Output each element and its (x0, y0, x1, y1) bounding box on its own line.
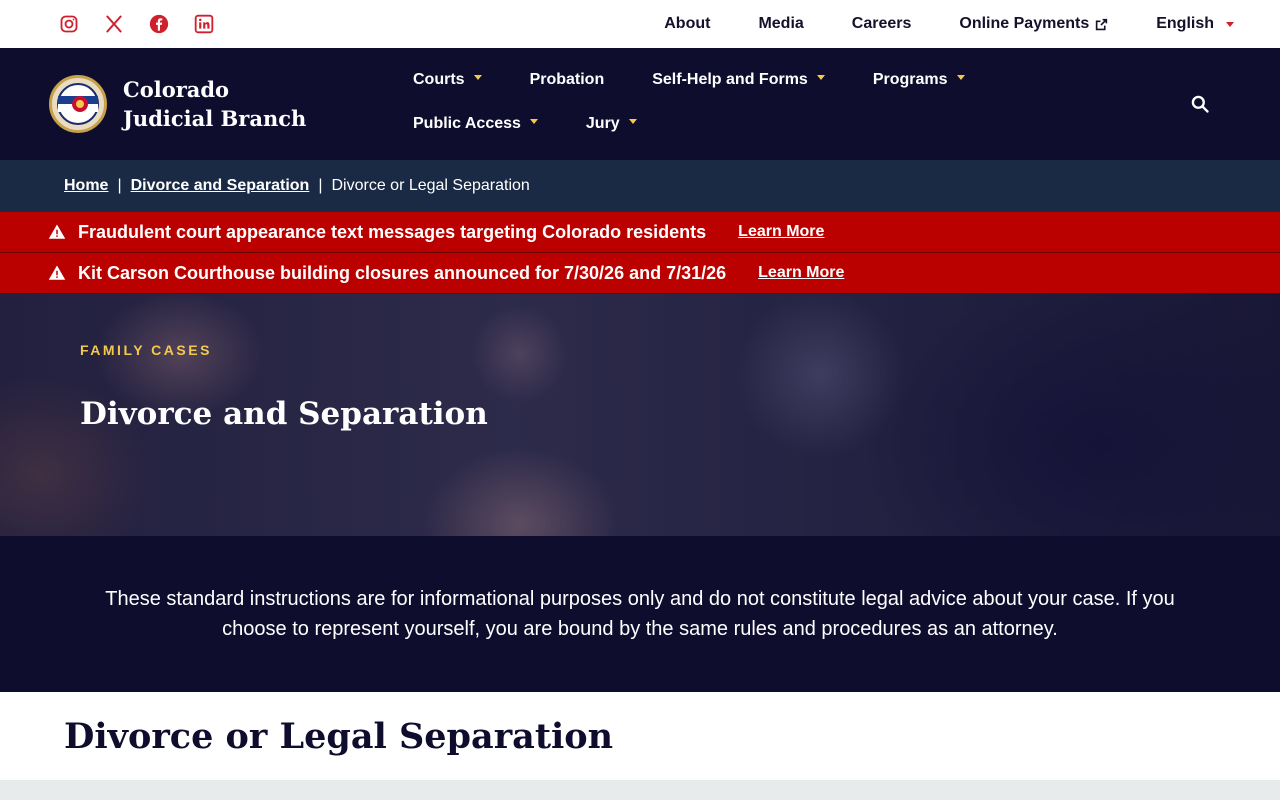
hero-banner: FAMILY CASES Divorce and Separation (0, 294, 1280, 536)
online-payments-label: Online Payments (959, 15, 1090, 32)
x-twitter-icon (106, 15, 122, 33)
nav-item-label: Programs (872, 71, 948, 88)
nav-item-jury[interactable]: Jury (586, 110, 637, 138)
breadcrumb: Home | Divorce and Separation | Divorce … (0, 160, 1280, 212)
breadcrumb-home[interactable]: Home (64, 177, 108, 195)
nav-item-public-access[interactable]: Public Access (413, 110, 538, 138)
breadcrumb-separator: | (318, 177, 323, 194)
colorado-courts-seal-logo (49, 75, 107, 133)
facebook-icon (149, 14, 169, 34)
instagram-icon (60, 15, 78, 33)
nav-item-courts[interactable]: Courts (413, 66, 482, 94)
nav-item-label: Courts (413, 71, 465, 88)
alert-learn-more-link[interactable]: Learn More (738, 223, 824, 241)
nav-item-label: Probation (529, 71, 605, 88)
chevron-down-icon (816, 74, 825, 80)
chevron-down-icon (473, 74, 482, 80)
utility-bar: About Media Careers Online Payments Engl… (0, 0, 1280, 48)
external-link-icon (1096, 18, 1108, 30)
alert-banner: Kit Carson Courthouse building closures … (0, 253, 1280, 294)
brand-home-link[interactable]: Colorado Judicial Branch (0, 48, 360, 160)
nav-item-label: Self-Help and Forms (652, 71, 808, 88)
language-label: English (1156, 15, 1214, 32)
nav-item-label: Jury (585, 115, 620, 132)
alert-message: Kit Carson Courthouse building closures … (78, 262, 727, 283)
chevron-down-icon (956, 74, 965, 80)
careers-link[interactable]: Careers (852, 15, 912, 33)
breadcrumb-separator: | (117, 177, 122, 194)
chevron-down-icon (529, 118, 538, 124)
search-icon (1191, 95, 1209, 113)
brand-name: Colorado Judicial Branch (123, 77, 307, 131)
warning-icon (48, 223, 66, 241)
alert-banner: Fraudulent court appearance text message… (0, 212, 1280, 253)
nav-item-programs[interactable]: Programs (873, 66, 965, 94)
warning-icon (48, 264, 66, 282)
search-button[interactable] (1188, 92, 1212, 116)
about-link[interactable]: About (664, 15, 710, 33)
nav-item-self-help[interactable]: Self-Help and Forms (652, 66, 825, 94)
chevron-down-icon (1226, 21, 1234, 27)
primary-nav-items: Courts Probation Self-Help and Forms Pro… (413, 66, 1133, 138)
x-twitter-link[interactable] (103, 13, 125, 35)
linkedin-icon (194, 14, 214, 34)
hero-content: FAMILY CASES Divorce and Separation (80, 342, 488, 432)
linkedin-link[interactable] (193, 13, 215, 35)
instagram-link[interactable] (58, 13, 80, 35)
social-links (58, 13, 215, 35)
page-title-section: Divorce or Legal Separation (0, 692, 1280, 780)
content-section-background (0, 780, 1280, 800)
disclaimer-text: These standard instructions are for info… (105, 588, 1175, 640)
hero-title: Divorce and Separation (80, 396, 488, 432)
alert-learn-more-link[interactable]: Learn More (758, 264, 844, 282)
breadcrumb-divorce-and-separation[interactable]: Divorce and Separation (131, 177, 310, 195)
main-navigation: Colorado Judicial Branch Courts Probatio… (0, 48, 1280, 160)
online-payments-link[interactable]: Online Payments (959, 15, 1108, 33)
breadcrumb-current: Divorce or Legal Separation (331, 177, 530, 194)
page-title: Divorce or Legal Separation (64, 715, 614, 757)
utility-links: About Media Careers Online Payments Engl… (664, 15, 1234, 33)
hero-eyebrow: FAMILY CASES (80, 342, 212, 358)
media-link[interactable]: Media (758, 15, 803, 33)
facebook-link[interactable] (148, 13, 170, 35)
nav-item-probation[interactable]: Probation (530, 66, 605, 94)
alert-message: Fraudulent court appearance text message… (78, 221, 707, 242)
disclaimer-section: These standard instructions are for info… (0, 536, 1280, 692)
language-selector[interactable]: English (1156, 15, 1234, 33)
nav-item-label: Public Access (413, 115, 521, 132)
chevron-down-icon (628, 118, 637, 124)
